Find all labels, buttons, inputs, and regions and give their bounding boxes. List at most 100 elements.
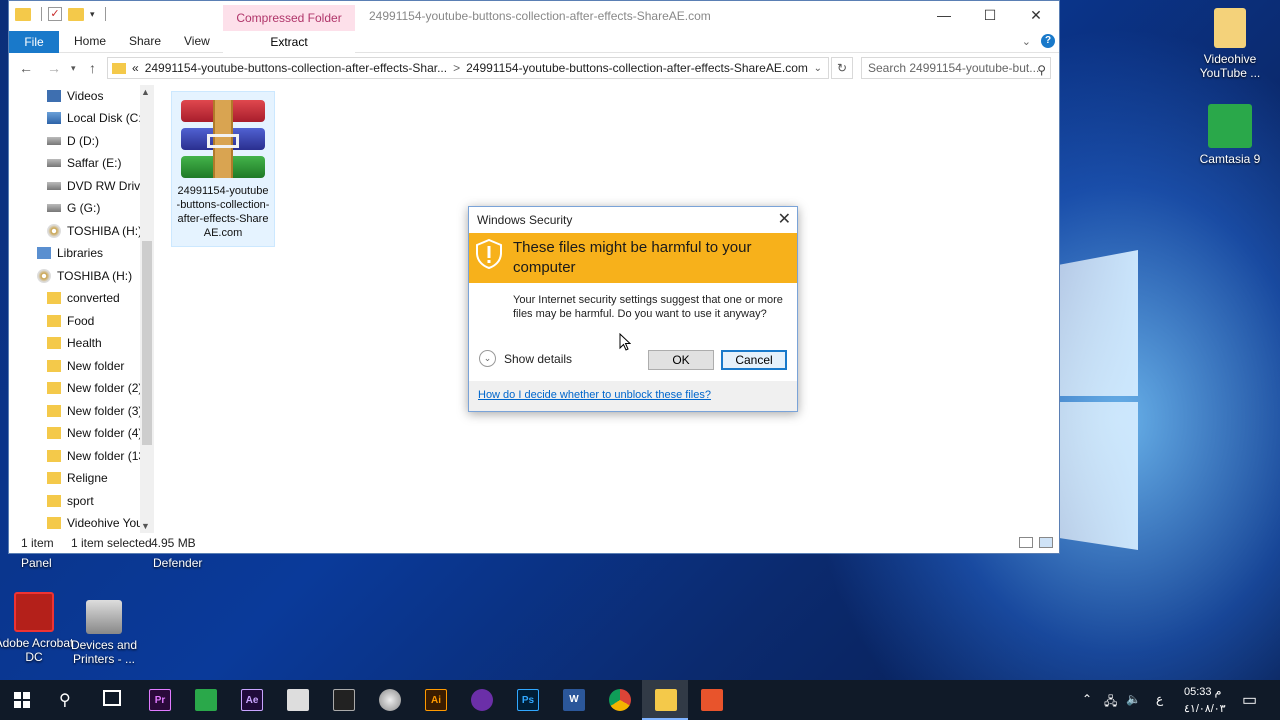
terminal-icon[interactable] — [333, 689, 355, 711]
notifications-icon[interactable]: ▭ — [1242, 690, 1257, 710]
nav-item-folder[interactable]: New folder — [47, 355, 124, 377]
volume-icon[interactable]: 🔈 — [1126, 692, 1141, 706]
nav-item-videos[interactable]: Videos — [47, 85, 103, 107]
camtasia-recorder-icon[interactable] — [701, 689, 723, 711]
task-view-icon[interactable] — [103, 690, 121, 706]
nav-item-folder[interactable]: New folder (13 — [47, 445, 145, 467]
navigation-pane: Videos Local Disk (C:) D (D:) Saffar (E:… — [9, 83, 155, 531]
maximize-button[interactable]: ☐ — [967, 1, 1013, 31]
breadcrumb-item[interactable]: 24991154-youtube-buttons-collection-afte… — [145, 61, 447, 75]
recent-locations-icon[interactable]: ▾ — [71, 63, 76, 74]
tab-file[interactable]: File — [9, 31, 59, 53]
clock-date[interactable]: ٤١/٠٨/٠٣ — [1184, 702, 1226, 715]
desktop-icon-label: Adobe Acrobat DC — [0, 636, 74, 664]
breadcrumb-item[interactable]: 24991154-youtube-buttons-collection-afte… — [466, 61, 808, 75]
nav-item-folder[interactable]: converted — [47, 287, 120, 309]
illustrator-icon[interactable]: Ai — [425, 689, 447, 711]
desktop-icon-devices-printers[interactable]: Devices and Printers - ... — [64, 600, 144, 666]
nav-item-dvd[interactable]: DVD RW Drive — [47, 175, 147, 197]
up-arrow-icon[interactable]: ↑ — [89, 60, 96, 76]
search-icon[interactable]: ⚲ — [59, 690, 71, 710]
divider — [104, 7, 106, 21]
nav-item-folder[interactable]: sport — [47, 490, 94, 512]
nav-item-folder[interactable]: Religne — [47, 467, 108, 489]
app-icon[interactable] — [471, 689, 493, 711]
start-windows-icon[interactable] — [14, 692, 30, 708]
nav-item-toshiba-root[interactable]: TOSHIBA (H:) — [37, 265, 132, 287]
nav-item-label: converted — [67, 291, 120, 305]
file-name: 24991154-youtube-buttons-collection-afte… — [176, 185, 270, 239]
desktop-partial-label[interactable]: Defender — [153, 556, 202, 570]
show-hidden-icons[interactable]: ⌃ — [1082, 692, 1092, 706]
nav-item-folder[interactable]: Videohive You' — [47, 512, 145, 531]
forward-arrow-icon[interactable]: → — [47, 60, 61, 76]
scrollbar-thumb[interactable] — [142, 241, 152, 445]
word-icon[interactable]: W — [563, 689, 585, 711]
calculator-icon[interactable] — [287, 689, 309, 711]
desktop-icon-videohive[interactable]: Videohive YouTube ... — [1190, 8, 1270, 80]
after-effects-icon[interactable]: Ae — [241, 689, 263, 711]
nav-item-folder[interactable]: New folder (4) — [47, 422, 142, 444]
address-dropdown-icon[interactable]: ⌄ — [814, 63, 822, 74]
desktop-partial-label[interactable]: Panel — [21, 556, 52, 570]
scroll-up-icon[interactable]: ▲ — [141, 87, 150, 97]
selection-count: 1 item selected — [71, 536, 152, 550]
nav-item-folder[interactable]: New folder (3) — [47, 400, 142, 422]
nav-item-folder[interactable]: New folder (2) — [47, 377, 142, 399]
search-input[interactable]: Search 24991154-youtube-but... ⚲ — [861, 57, 1051, 79]
tab-extract[interactable]: Extract — [223, 31, 355, 53]
minimize-button[interactable]: — — [921, 1, 967, 31]
search-placeholder: Search 24991154-youtube-but... — [868, 61, 1040, 75]
media-tool-icon[interactable] — [379, 689, 401, 711]
tab-view[interactable]: View — [184, 34, 210, 48]
refresh-icon[interactable]: ↻ — [831, 57, 853, 79]
desktop-icon-acrobat[interactable]: Adobe Acrobat DC — [0, 592, 74, 664]
chrome-icon[interactable] — [609, 689, 631, 711]
nav-item-d-drive[interactable]: D (D:) — [47, 130, 99, 152]
network-icon[interactable]: 🖧 — [1104, 692, 1117, 713]
windows-logo-wallpaper — [1060, 250, 1140, 560]
camtasia-icon[interactable] — [195, 689, 217, 711]
show-details-button[interactable]: ⌄ Show details — [479, 350, 572, 367]
large-icons-view-icon[interactable] — [1039, 537, 1053, 548]
nav-item-label: Food — [67, 314, 95, 328]
photoshop-icon[interactable]: Ps — [517, 689, 539, 711]
ok-button[interactable]: OK — [648, 350, 714, 370]
nav-scrollbar[interactable]: ▲ ▼ — [140, 85, 154, 533]
premiere-icon[interactable]: Pr — [149, 689, 171, 711]
close-button[interactable]: ✕ — [1013, 1, 1059, 31]
details-view-icon[interactable] — [1019, 537, 1033, 548]
dialog-message: Your Internet security settings suggest … — [513, 294, 783, 320]
customize-qat-icon[interactable]: ▾ — [90, 9, 95, 20]
expand-ribbon-icon[interactable]: ⌄ — [1022, 35, 1031, 48]
nav-item-folder[interactable]: Food — [47, 310, 94, 332]
properties-icon[interactable]: ✓ — [48, 7, 62, 21]
desktop-icon-camtasia[interactable]: Camtasia 9 — [1190, 104, 1270, 166]
file-item-rar[interactable]: 24991154-youtube-buttons-collection-afte… — [171, 91, 275, 247]
scroll-down-icon[interactable]: ▼ — [141, 521, 150, 531]
file-explorer-icon[interactable] — [655, 689, 677, 711]
tab-share[interactable]: Share — [129, 34, 161, 48]
nav-item-g-drive[interactable]: G (G:) — [47, 197, 100, 219]
nav-item-folder[interactable]: Health — [47, 332, 102, 354]
nav-item-saffar[interactable]: Saffar (E:) — [47, 152, 121, 174]
unblock-help-link[interactable]: How do I decide whether to unblock these… — [478, 389, 711, 401]
nav-item-toshiba[interactable]: TOSHIBA (H:) — [47, 220, 142, 242]
nav-item-libraries[interactable]: Libraries — [37, 242, 103, 264]
back-arrow-icon[interactable]: ← — [19, 60, 33, 76]
new-folder-icon[interactable] — [68, 7, 84, 21]
input-language[interactable]: ع — [1156, 692, 1163, 706]
nav-item-label: Videos — [67, 89, 104, 103]
nav-item-local-disk[interactable]: Local Disk (C:) — [47, 107, 146, 129]
dialog-close-icon[interactable]: ✕ — [778, 207, 791, 233]
dvd-drive-icon — [47, 182, 61, 190]
help-icon[interactable]: ? — [1041, 34, 1055, 48]
tab-home[interactable]: Home — [74, 34, 106, 48]
address-bar[interactable]: « 24991154-youtube-buttons-collection-af… — [107, 57, 829, 79]
breadcrumb-separator[interactable]: > — [453, 61, 460, 75]
cancel-button[interactable]: Cancel — [721, 350, 787, 370]
address-overflow[interactable]: « — [132, 61, 139, 75]
clock-time[interactable]: 05:33 م — [1184, 685, 1221, 698]
nav-item-label: Local Disk (C:) — [67, 111, 146, 125]
folder-icon — [47, 337, 61, 349]
